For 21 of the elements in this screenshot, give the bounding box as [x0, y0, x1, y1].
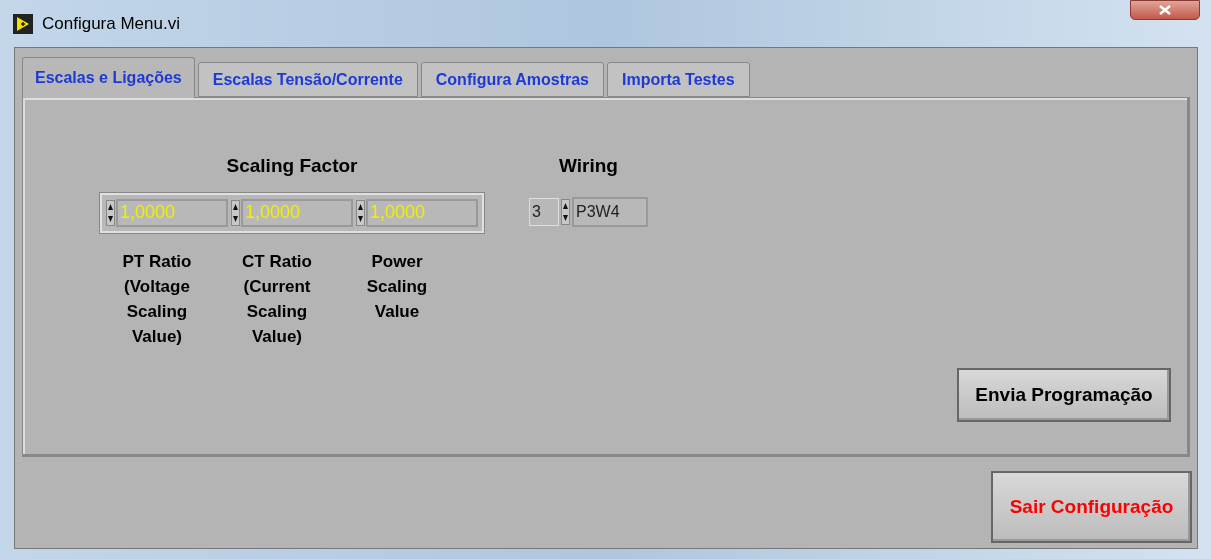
spin-arrows-icon[interactable] [356, 199, 365, 226]
field-label: CT Ratio (Current Scaling Value) [241, 250, 313, 348]
close-icon [1158, 5, 1172, 15]
exit-button[interactable]: Sair Configuração [991, 471, 1192, 543]
spin-arrows-icon[interactable] [561, 198, 570, 225]
tab[interactable]: Importa Testes [607, 62, 750, 97]
window-title: Configura Menu.vi [42, 13, 180, 36]
group-title: Wiring [559, 154, 618, 178]
tab[interactable]: Configura Amostras [420, 62, 604, 97]
group-title: Scaling Factor [226, 154, 358, 178]
index-field[interactable]: 3 [529, 197, 559, 226]
close-button[interactable] [1130, 0, 1200, 20]
spin-arrows-icon[interactable] [106, 199, 115, 226]
app-icon [12, 13, 34, 35]
text-field[interactable]: P3W4 [572, 196, 648, 227]
tab[interactable]: Escalas Tensão/Corrente [197, 62, 418, 97]
spin-arrows-icon[interactable] [231, 199, 240, 226]
field-label: Power Scaling Value [365, 250, 429, 323]
send-button[interactable]: Envia Programação [957, 368, 1171, 422]
tab[interactable]: Escalas e Ligações [22, 57, 195, 98]
field-label: PT Ratio (Voltage Scaling Value) [121, 250, 193, 348]
